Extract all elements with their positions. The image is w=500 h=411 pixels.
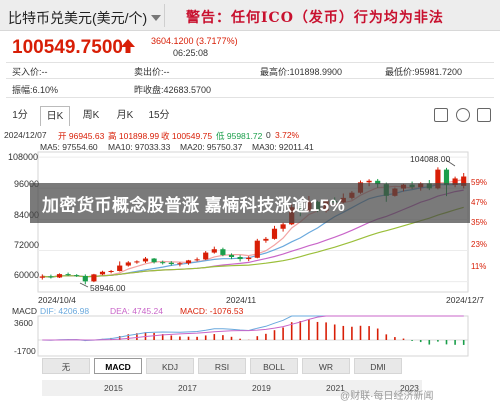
candle-body [151,258,157,263]
candle-body [91,274,97,282]
x-date: 2024/10/4 [38,295,76,305]
candle-body [117,265,123,271]
candle-body [194,259,200,261]
candle-body [56,274,63,278]
candle-body [108,271,114,272]
news-caption-overlay: 加密货币概念股普涨 嘉楠科技涨逾15% [30,183,470,223]
timeline-year: 2019 [252,383,271,393]
candle-body [263,238,269,241]
candle-body [142,258,149,262]
max-annotation: 104088.00 [410,154,451,164]
min-pointer [79,282,89,288]
candle-body [220,249,226,255]
timeline-year: 2015 [104,383,123,393]
candle-body [39,276,45,278]
candle-body [254,240,260,258]
macd-dif: DIF: 4206.98 [40,306,90,316]
candle-body [185,260,192,264]
pct-tick: 35% [471,218,488,227]
candle-body [280,224,286,229]
tab-indicator-boll[interactable]: BOLL [250,358,298,374]
candle-body [203,252,209,260]
min-annotation: 58946.00 [90,283,126,293]
candle-body [168,262,174,264]
news-caption: 加密货币概念股普涨 嘉楠科技涨逾15% [42,196,346,215]
candle-body [177,263,183,265]
x-date: 2024/11 [226,295,257,305]
tab-indicator-none[interactable]: 无 [42,358,90,374]
macd-dea: DEA: 4745.24 [110,306,163,316]
candle-body [134,261,140,263]
candle-body [82,275,88,282]
y-tick: 72000 [14,240,40,250]
pct-tick: 23% [471,240,488,249]
timeline-year: 2017 [178,383,197,393]
candle-body [48,276,54,278]
tab-indicator-rsi[interactable]: RSI [198,358,246,374]
candle-body [211,249,217,253]
candle-body [65,274,71,276]
tab-indicator-wr[interactable]: WR [302,358,350,374]
candle-body [228,254,235,257]
macd-dea-line [42,315,464,341]
macd-frame [37,315,469,357]
macd-dif-line [42,315,464,342]
macd-y-tick: 3600 [14,318,33,328]
indicator-tabs: 无 MACD KDJ RSI BOLL WR DMI [42,358,422,374]
macd-value: MACD: -1076.53 [180,306,244,316]
pct-tick: 47% [471,198,488,207]
tab-indicator-kdj[interactable]: KDJ [146,358,194,374]
tab-indicator-macd[interactable]: MACD [94,358,142,374]
pct-tick: 59% [471,178,488,187]
candle-body [246,257,252,260]
y-tick: 108000 [8,152,39,162]
candle-body [125,262,131,266]
macd-title: MACD [12,306,38,316]
candle-body [271,228,278,239]
candle-body [99,271,106,275]
candle-body [237,257,243,260]
candle-body [74,275,80,277]
pct-tick: 11% [471,262,487,271]
x-date: 2024/12/7 [446,295,484,305]
candle-body [160,262,166,264]
source-watermark: @财联·每日经济新闻 [340,391,434,402]
tab-indicator-dmi[interactable]: DMI [354,358,402,374]
macd-y-tick: -1700 [14,346,36,356]
y-tick: 60000 [14,270,40,280]
